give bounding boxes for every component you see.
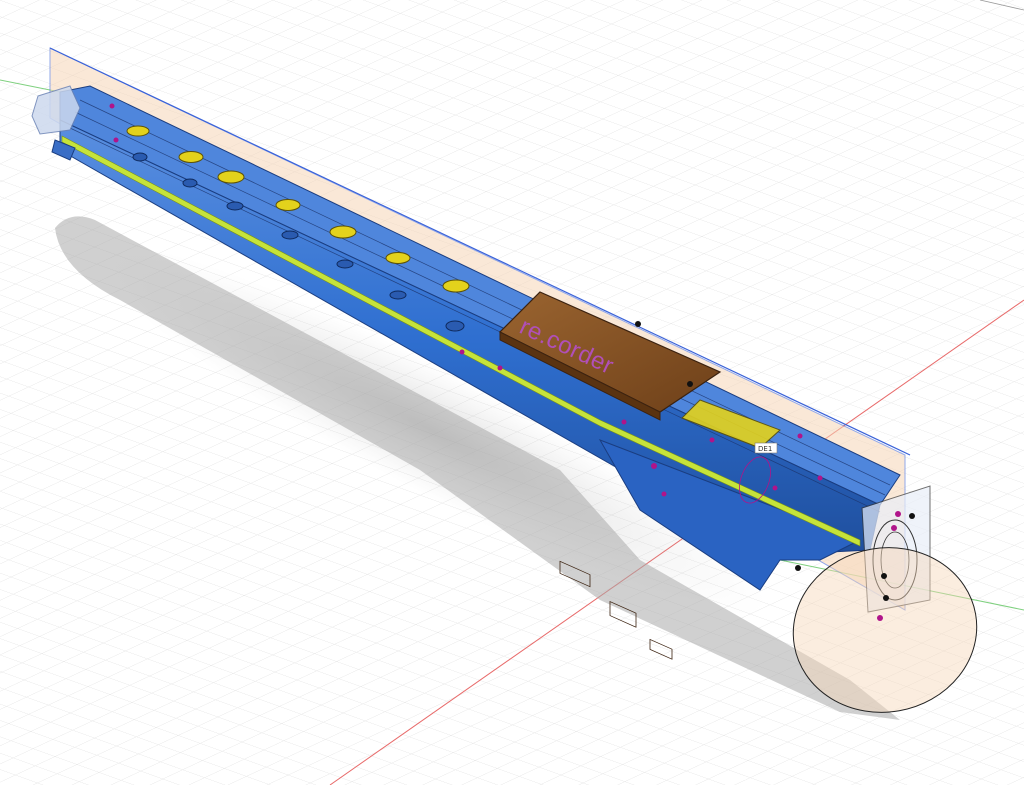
finger-hole <box>385 252 411 264</box>
finger-hole <box>329 225 357 239</box>
finger-hole <box>178 151 204 163</box>
finger-hole <box>126 125 150 137</box>
finger-hole <box>217 170 245 184</box>
dimension-tag-text: DE1 <box>758 445 772 453</box>
finger-hole <box>442 279 470 293</box>
3d-design-viewport[interactable]: re.corder DE1 <box>0 0 1024 785</box>
model-canvas[interactable]: re.corder DE1 <box>0 0 1024 785</box>
finger-hole <box>275 199 301 211</box>
